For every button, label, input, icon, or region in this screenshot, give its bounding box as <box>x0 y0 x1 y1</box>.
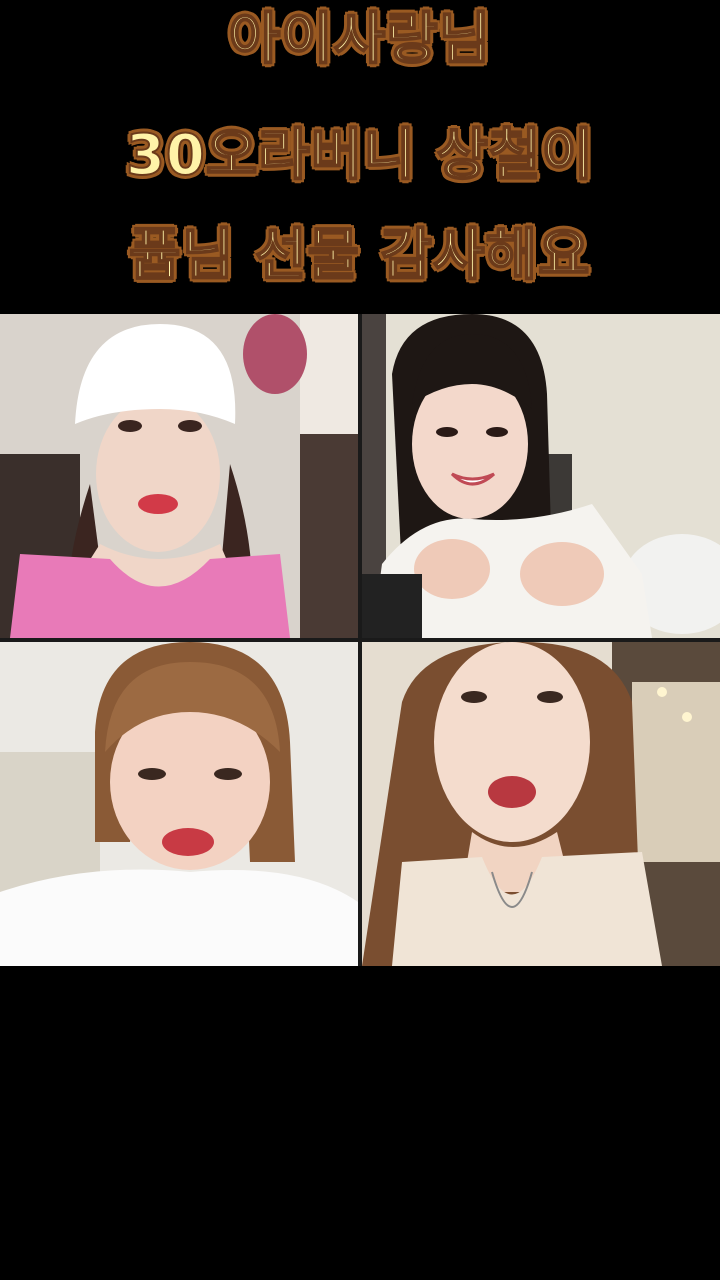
video-tile-top-left[interactable] <box>0 314 358 638</box>
video-tile-bottom-left[interactable] <box>0 642 358 966</box>
caption-line-2: 30오라버니 상철이 <box>125 122 595 189</box>
participant-video-1 <box>0 314 358 638</box>
video-tile-top-right[interactable] <box>362 314 720 638</box>
video-tile-bottom-right[interactable] <box>362 642 720 966</box>
participant-video-3 <box>0 642 358 966</box>
video-grid <box>0 314 720 966</box>
participant-video-4 <box>362 642 720 966</box>
caption-line-3: 퓹님 선물 감사해요 <box>128 222 591 289</box>
participant-video-2 <box>362 314 720 638</box>
caption-line-1: 아이사랑님 <box>228 6 492 73</box>
